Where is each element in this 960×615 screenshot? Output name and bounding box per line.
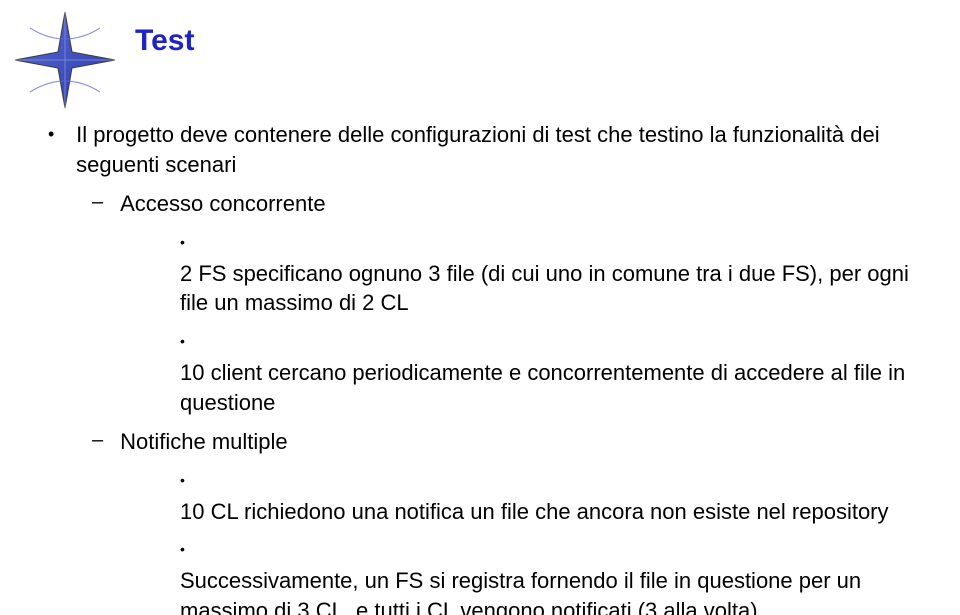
slide-title: Test xyxy=(135,24,194,58)
body-text: Successivamente, un FS si registra forne… xyxy=(180,566,910,615)
list-item: Accesso concorrente 2 FS specificano ogn… xyxy=(48,189,912,417)
logo-star-icon xyxy=(10,10,120,110)
list-item: 2 FS specificano ognuno 3 file (di cui u… xyxy=(92,229,912,318)
body-text: Il progetto deve contenere delle configu… xyxy=(76,120,896,179)
list-item: 10 client cercano periodicamente e conco… xyxy=(92,328,912,417)
list-item: Notifiche multiple 10 CL richiedono una … xyxy=(48,427,912,615)
body-text: Accesso concorrente xyxy=(120,189,890,219)
list-item: 10 CL richiedono una notifica un file ch… xyxy=(92,467,912,526)
body-text: 10 CL richiedono una notifica un file ch… xyxy=(180,497,910,527)
slide-page: Test Il progetto deve contenere delle co… xyxy=(0,0,960,615)
list-item: Successivamente, un FS si registra forne… xyxy=(92,536,912,615)
body-text: Notifiche multiple xyxy=(120,427,890,457)
body-text: 10 client cercano periodicamente e conco… xyxy=(180,358,910,417)
body-text: 2 FS specificano ognuno 3 file (di cui u… xyxy=(180,259,910,318)
slide-body: Il progetto deve contenere delle configu… xyxy=(48,120,912,615)
list-item: Il progetto deve contenere delle configu… xyxy=(48,120,912,615)
